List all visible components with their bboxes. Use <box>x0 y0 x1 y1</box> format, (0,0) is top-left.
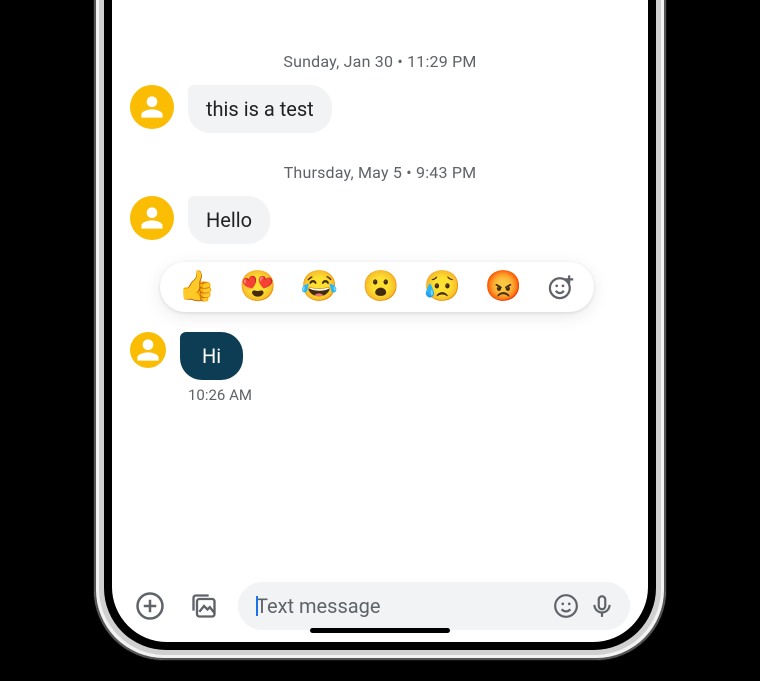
message-input-placeholder: Text message <box>256 594 381 618</box>
reaction-heart-eyes[interactable]: 😍 <box>239 272 276 302</box>
message-bubble[interactable]: Hello <box>188 196 270 244</box>
avatar[interactable] <box>130 332 166 368</box>
avatar[interactable] <box>130 85 174 129</box>
timestamp: Thursday, May 5 • 9:43 PM <box>130 163 630 182</box>
emoji-plus-icon <box>547 273 575 301</box>
person-icon <box>139 94 165 120</box>
composer: Text message <box>112 582 648 642</box>
person-icon <box>139 205 165 231</box>
message-row[interactable]: Hi <box>130 332 630 380</box>
voice-button[interactable] <box>584 588 620 624</box>
reaction-thumbs-up[interactable]: 👍 <box>178 272 215 302</box>
screen: Sunday, Jan 30 • 11:29 PM this is a test… <box>112 0 648 642</box>
reaction-angry[interactable]: 😡 <box>485 272 522 302</box>
home-indicator[interactable] <box>310 628 450 633</box>
reaction-surprise[interactable]: 😮 <box>362 272 399 302</box>
timestamp: Sunday, Jan 30 • 11:29 PM <box>130 52 630 71</box>
message-row[interactable]: this is a test <box>130 85 630 133</box>
message-bubble-selected[interactable]: Hi <box>180 332 243 380</box>
gallery-icon <box>190 592 218 620</box>
gallery-button[interactable] <box>184 586 224 626</box>
emoji-button[interactable] <box>548 588 584 624</box>
reaction-joy[interactable]: 😂 <box>301 272 338 302</box>
reaction-bar: 👍 😍 😂 😮 😥 😡 <box>160 262 594 312</box>
attach-button[interactable] <box>130 586 170 626</box>
person-icon <box>135 337 161 363</box>
phone-frame: Sunday, Jan 30 • 11:29 PM this is a test… <box>94 0 666 660</box>
message-input-text: Text message <box>256 594 548 618</box>
conversation-scroll[interactable]: Sunday, Jan 30 • 11:29 PM this is a test… <box>112 18 648 582</box>
text-cursor <box>256 596 258 616</box>
message-bubble[interactable]: this is a test <box>188 85 332 133</box>
plus-circle-icon <box>135 591 165 621</box>
emoji-icon <box>553 593 579 619</box>
avatar[interactable] <box>130 196 174 240</box>
message-row[interactable]: Hello <box>130 196 630 244</box>
reaction-sad[interactable]: 😥 <box>423 272 460 302</box>
message-input[interactable]: Text message <box>238 582 630 630</box>
mic-icon <box>589 593 615 619</box>
message-time: 10:26 AM <box>188 386 630 404</box>
reaction-more[interactable] <box>546 272 576 302</box>
